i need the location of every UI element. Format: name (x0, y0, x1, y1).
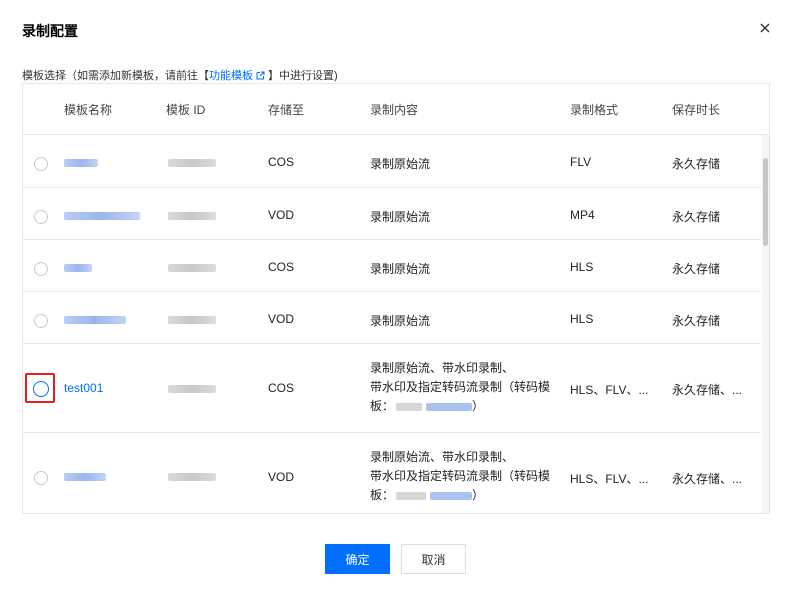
template-id-redacted (168, 264, 216, 272)
content-cell: 录制原始流、带水印录制、 带水印及指定转码流录制（转码模 板： ） (370, 448, 550, 505)
template-name-redacted[interactable] (64, 473, 106, 481)
template-name-redacted[interactable] (64, 264, 92, 272)
record-config-dialog: 录制配置 模板选择（如需添加新模板，请前往【功能模板 】中进行设置) 模板名称 模… (0, 0, 792, 594)
header-template-id: 模板 ID (166, 103, 206, 117)
content-line: 带水印及指定转码流录制（转码模 (370, 469, 551, 483)
row-radio[interactable] (34, 471, 48, 485)
table-row[interactable]: VOD 录制原始流 MP4 永久存储 (23, 188, 761, 240)
content-line: 板： ） (370, 486, 550, 505)
content-cell: 录制原始流 (370, 262, 431, 276)
format-cell: FLV (570, 155, 592, 169)
content-cell: 录制原始流 (370, 314, 431, 328)
format-cell: HLS、FLV、... (570, 472, 649, 486)
content-line: 录制原始流、带水印录制、 (370, 450, 515, 464)
storage-cell: VOD (268, 208, 295, 222)
transcode-template-redacted (430, 491, 473, 500)
confirm-button[interactable]: 确定 (325, 544, 390, 574)
content-line-prefix: 板： (370, 399, 395, 413)
template-id-redacted (168, 212, 216, 220)
hint-prefix: 模板选择（如需添加新模板，请前往【 (22, 70, 209, 82)
format-cell: HLS (570, 312, 594, 326)
hint-suffix: 】中进行设置) (268, 70, 338, 82)
template-id-redacted (168, 385, 216, 393)
cancel-button[interactable]: 取消 (401, 544, 466, 574)
table-row[interactable]: COS 录制原始流 HLS 永久存储 (23, 240, 761, 292)
external-link-icon[interactable] (256, 71, 265, 80)
storage-cell: COS (268, 155, 295, 169)
storage-cell: COS (268, 381, 295, 395)
duration-cell: 永久存储、... (672, 383, 743, 397)
header-retention: 保存时长 (672, 103, 721, 117)
content-cell: 录制原始流 (370, 157, 431, 171)
duration-cell: 永久存储 (672, 210, 721, 224)
format-cell: HLS (570, 260, 594, 274)
template-name-redacted[interactable] (64, 159, 98, 167)
row-radio-selected[interactable] (33, 381, 49, 397)
transcode-template-redacted (396, 491, 427, 500)
transcode-template-redacted (396, 402, 423, 411)
content-line-prefix: 板： (370, 488, 395, 502)
close-icon[interactable] (756, 19, 774, 37)
table-header: 模板名称 模板 ID 存储至 录制内容 录制格式 保存时长 (23, 84, 769, 135)
table-row[interactable]: VOD 录制原始流、带水印录制、 带水印及指定转码流录制（转码模 板： ） HLS… (23, 433, 761, 513)
format-cell: HLS、FLV、... (570, 383, 649, 397)
storage-cell: VOD (268, 312, 295, 326)
duration-cell: 永久存储 (672, 262, 721, 276)
duration-cell: 永久存储、... (672, 472, 743, 486)
row-radio[interactable] (34, 262, 48, 276)
table-row[interactable]: COS 录制原始流 FLV 永久存储 (23, 135, 761, 188)
row-radio[interactable] (34, 157, 48, 171)
template-id-redacted (168, 159, 216, 167)
template-table: 模板名称 模板 ID 存储至 录制内容 录制格式 保存时长 COS 录制原始流 … (22, 83, 770, 514)
template-id-redacted (168, 316, 216, 324)
template-id-redacted (168, 473, 216, 481)
duration-cell: 永久存储 (672, 314, 721, 328)
content-cell: 录制原始流、带水印录制、 带水印及指定转码流录制（转码模 板： ） (370, 359, 550, 416)
content-line: 板： ） (370, 397, 550, 416)
function-template-link[interactable]: 功能模板 (209, 70, 253, 82)
storage-cell: COS (268, 260, 295, 274)
transcode-template-redacted (426, 402, 473, 411)
template-name-redacted[interactable] (64, 316, 126, 324)
row-radio[interactable] (34, 210, 48, 224)
content-line-suffix: ） (472, 399, 485, 413)
duration-cell: 永久存储 (672, 157, 721, 171)
dialog-title: 录制配置 (22, 23, 78, 39)
template-name-link[interactable]: test001 (64, 381, 103, 395)
template-name-redacted[interactable] (64, 212, 140, 220)
header-template-name: 模板名称 (64, 103, 113, 117)
format-cell: MP4 (570, 208, 595, 222)
header-record-format: 录制格式 (570, 103, 619, 117)
content-line: 录制原始流、带水印录制、 (370, 361, 515, 375)
table-row[interactable]: VOD 录制原始流 HLS 永久存储 (23, 292, 761, 344)
table-row-selected[interactable]: test001 COS 录制原始流、带水印录制、 带水印及指定转码流录制（转码模… (23, 344, 761, 433)
content-cell: 录制原始流 (370, 210, 431, 224)
template-hint: 模板选择（如需添加新模板，请前往【功能模板 】中进行设置) (22, 67, 338, 83)
storage-cell: VOD (268, 470, 295, 484)
content-line: 带水印及指定转码流录制（转码模 (370, 380, 551, 394)
table-scrollbar[interactable] (762, 135, 769, 513)
content-line-suffix: ） (472, 488, 485, 502)
header-storage: 存储至 (268, 103, 305, 117)
scrollbar-thumb[interactable] (763, 158, 768, 246)
header-record-content: 录制内容 (370, 103, 419, 117)
row-radio[interactable] (34, 314, 48, 328)
